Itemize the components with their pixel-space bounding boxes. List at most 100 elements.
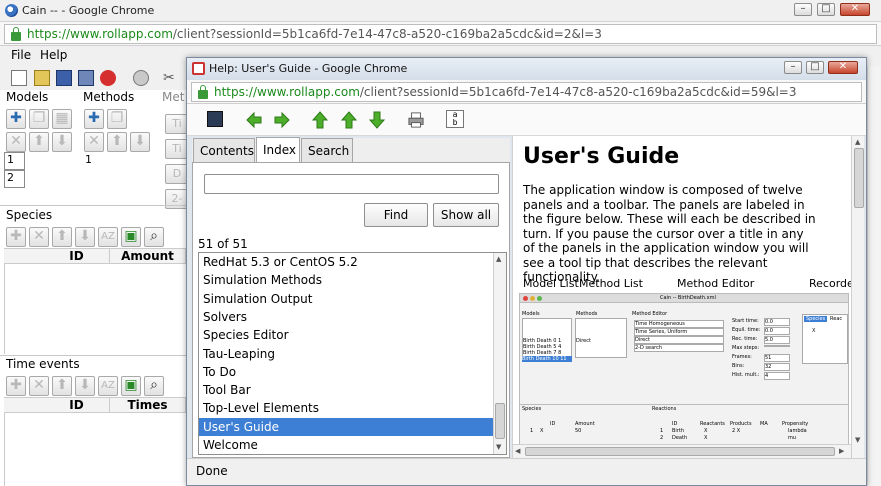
new-file-icon[interactable] xyxy=(11,70,27,86)
tools-icon[interactable]: ✂ xyxy=(163,70,179,86)
index-list-item[interactable]: User's Guide xyxy=(199,417,494,436)
help-titlebar[interactable]: Help: User's Guide - Google Chrome – □ ✕ xyxy=(187,58,866,80)
help-minimize-button[interactable]: – xyxy=(784,61,802,74)
scroll-up-icon[interactable]: ▲ xyxy=(855,138,860,146)
show-all-button[interactable]: Show all xyxy=(433,203,499,227)
help-maximize-button[interactable]: □ xyxy=(806,61,824,74)
close-button[interactable]: ✕ xyxy=(840,3,870,16)
menu-file[interactable]: File xyxy=(11,48,31,62)
sort-az-icon[interactable]: AZ xyxy=(98,376,118,396)
find-button[interactable]: Find xyxy=(364,203,428,227)
bg-url-field[interactable]: https://www.rollapp.com/client?sessionId… xyxy=(4,24,877,44)
delete-species-button[interactable]: ✕ xyxy=(29,227,49,247)
index-list-item[interactable]: Solvers xyxy=(199,308,494,326)
bg-right-edge xyxy=(867,66,881,486)
print-icon[interactable] xyxy=(408,111,424,129)
index-list[interactable]: RedHat 5.3 or CentOS 5.2 Simulation Metho… xyxy=(198,252,507,455)
add-method-button[interactable]: ✚ xyxy=(84,109,104,129)
help-url-field[interactable]: https://www.rollapp.com/client?sessionId… xyxy=(191,82,862,102)
method-down-button[interactable]: ⬇ xyxy=(130,132,150,152)
species-up-button[interactable]: ⬆ xyxy=(52,227,72,247)
model-row[interactable]: 2 xyxy=(4,170,25,188)
save-icon[interactable] xyxy=(56,70,72,86)
index-search-input[interactable] xyxy=(204,174,499,194)
index-list-item[interactable]: Welcome xyxy=(199,436,494,454)
figure-reaction-col: ID xyxy=(672,421,678,427)
model-row[interactable]: 1 xyxy=(4,152,25,170)
copy-model-button[interactable]: ❐ xyxy=(29,109,49,129)
doc-scrollbar[interactable]: ▲ ▼ xyxy=(851,136,864,458)
power-icon[interactable] xyxy=(100,70,116,86)
settings-icon[interactable] xyxy=(133,70,149,86)
maximize-button[interactable]: □ xyxy=(817,3,835,16)
method-up-button[interactable]: ⬆ xyxy=(107,132,127,152)
method-row[interactable]: 1 xyxy=(85,153,92,166)
scroll-down-icon[interactable]: ▼ xyxy=(496,443,501,451)
back-arrow-icon[interactable] xyxy=(246,111,262,129)
species-down-button[interactable]: ⬇ xyxy=(75,227,95,247)
minimize-button[interactable]: – xyxy=(794,3,812,16)
figure-reaction-col: Reactants xyxy=(700,421,725,427)
add-event-button[interactable]: ✚ xyxy=(6,376,26,396)
doc-hscroll-thumb[interactable] xyxy=(525,447,835,456)
tab-search[interactable]: Search xyxy=(301,138,353,162)
edit-species-icon[interactable]: ▣ xyxy=(121,227,141,247)
time-events-table-body[interactable] xyxy=(4,413,186,486)
delete-model-button[interactable]: ✕ xyxy=(6,132,26,152)
help-close-button[interactable]: ✕ xyxy=(828,61,858,74)
search-species-icon[interactable]: ⌕ xyxy=(144,227,164,247)
bg-url-host: https://www.rollapp.com xyxy=(27,27,173,41)
index-list-item[interactable]: Species Editor xyxy=(199,326,494,344)
add-model-button[interactable]: ✚ xyxy=(6,109,26,129)
tab-index[interactable]: Index xyxy=(256,137,300,163)
index-list-item[interactable]: To Do xyxy=(199,363,494,381)
font-size-icon[interactable]: ab xyxy=(446,110,464,128)
scroll-up-icon[interactable]: ▲ xyxy=(496,255,501,263)
doc-scroll-thumb[interactable] xyxy=(854,148,864,208)
figure-param-value: 51 xyxy=(764,354,790,362)
index-list-item[interactable]: Simulation Methods xyxy=(199,271,494,289)
scroll-left-icon[interactable]: ◀ xyxy=(515,447,520,455)
tab-contents[interactable]: Contents xyxy=(193,138,255,162)
open-folder-icon[interactable] xyxy=(34,70,50,86)
divider xyxy=(0,355,186,356)
doc-hscrollbar[interactable]: ◀ ▶ xyxy=(513,444,851,458)
search-events-icon[interactable]: ⌕ xyxy=(144,376,164,396)
delete-method-button[interactable]: ✕ xyxy=(84,132,104,152)
duplicate-model-button[interactable]: ▦ xyxy=(52,109,72,129)
bg-window-titlebar: Cain -- - Google Chrome – □ ✕ xyxy=(0,0,881,22)
scroll-down-icon[interactable]: ▼ xyxy=(855,436,860,444)
index-list-item[interactable]: Top-Level Elements xyxy=(199,399,494,417)
model-down-button[interactable]: ⬇ xyxy=(52,132,72,152)
index-list-item[interactable]: RedHat 5.3 or CentOS 5.2 xyxy=(199,253,494,271)
toggle-sidebar-icon[interactable] xyxy=(207,111,223,127)
figure-reaction-cell: X xyxy=(704,435,708,441)
index-list-item[interactable]: Tau-Leaping xyxy=(199,345,494,363)
model-up-button[interactable]: ⬆ xyxy=(29,132,49,152)
index-list-item[interactable]: Tool Bar xyxy=(199,381,494,399)
event-down-button[interactable]: ⬇ xyxy=(75,376,95,396)
figure-param-label: Start time: xyxy=(732,318,759,324)
copy-method-button[interactable]: ❐ xyxy=(107,109,127,129)
index-scrollbar[interactable]: ▲ ▼ xyxy=(493,253,506,454)
event-up-button[interactable]: ⬆ xyxy=(52,376,72,396)
figure-param-label: Frames: xyxy=(732,354,752,360)
menu-help[interactable]: Help xyxy=(40,48,67,62)
previous-up-icon[interactable] xyxy=(341,111,357,129)
forward-arrow-icon[interactable] xyxy=(274,111,290,129)
figure-param-value: 0.0 xyxy=(764,318,790,326)
add-species-button[interactable]: ✚ xyxy=(6,227,26,247)
save-as-icon[interactable] xyxy=(78,70,94,86)
home-up-icon[interactable] xyxy=(312,111,328,129)
scroll-right-icon[interactable]: ▶ xyxy=(839,447,844,455)
help-window-title: Help: User's Guide - Google Chrome xyxy=(209,62,408,75)
edit-events-icon[interactable]: ▣ xyxy=(121,376,141,396)
scroll-thumb[interactable] xyxy=(495,403,505,439)
lock-icon xyxy=(11,27,21,41)
delete-event-button[interactable]: ✕ xyxy=(29,376,49,396)
bg-address-bar: https://www.rollapp.com/client?sessionId… xyxy=(0,22,881,46)
sort-az-icon[interactable]: AZ xyxy=(98,227,118,247)
next-down-icon[interactable] xyxy=(369,111,385,129)
index-list-item[interactable]: Simulation Output xyxy=(199,290,494,308)
species-table-body[interactable] xyxy=(4,264,186,354)
